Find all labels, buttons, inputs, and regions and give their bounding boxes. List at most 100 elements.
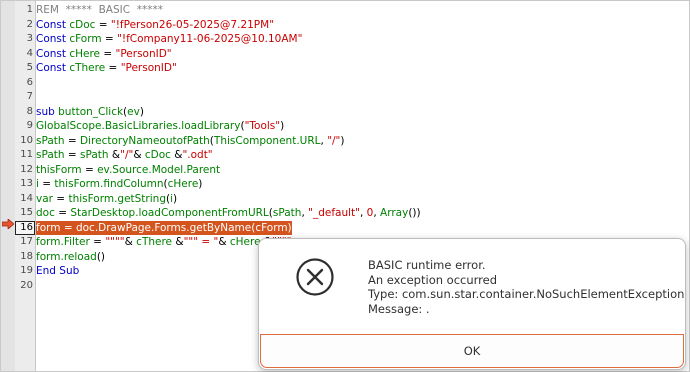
current-line-arrow-icon xyxy=(2,219,14,229)
code-line: sPath = DirectoryNameoutofPath(ThisCompo… xyxy=(36,134,345,149)
code-line: sub button_Click(ev) xyxy=(36,105,144,120)
code-token: ) xyxy=(198,178,203,190)
ok-button[interactable]: OK xyxy=(260,334,684,368)
code-token: Const xyxy=(36,47,70,60)
code-token: Const xyxy=(36,33,70,45)
code-token: () xyxy=(96,250,106,263)
code-token: thisForm xyxy=(36,163,82,176)
code-token: & xyxy=(170,149,183,161)
line-number: 6 xyxy=(26,76,33,88)
code-token: ev xyxy=(127,105,140,118)
code-token: var xyxy=(36,192,53,205)
code-token: GlobalScope.BasicLibraries.loadLibrary xyxy=(36,120,241,132)
code-token: cThere xyxy=(136,236,173,248)
code-token: & xyxy=(172,236,184,248)
code-token: sPath xyxy=(36,134,65,147)
code-token: = xyxy=(95,18,111,31)
code-token: = xyxy=(81,163,98,176)
code-line: Const cDoc = "!fPerson26-05-2025@7.21PM" xyxy=(36,18,274,33)
line-number-gutter: 1 2 3 4 5 6 7 8 9 10 11 12 13 14 15 16 17 18 19 20 xyxy=(15,1,36,371)
code-line: form = doc.DrawPage.Forms.getByName(cFor… xyxy=(36,220,292,235)
line-number: 5 xyxy=(26,62,33,73)
code-token: = xyxy=(52,192,69,205)
code-token: form = doc.DrawPage.Forms.getByName(cFor… xyxy=(36,221,292,234)
code-token: cHere xyxy=(69,47,101,60)
code-token: doc xyxy=(36,207,55,219)
code-token: ".odt" xyxy=(182,149,213,161)
line-number: 10 xyxy=(20,134,33,146)
code-token: """" xyxy=(105,236,125,248)
line-number: 9 xyxy=(26,120,33,131)
code-token: Const xyxy=(36,62,70,74)
code-token: """ = " xyxy=(183,236,219,248)
code-token: cThere xyxy=(69,62,106,74)
code-token: cHere xyxy=(229,236,261,248)
line-number: 20 xyxy=(20,279,33,291)
code-token: sub xyxy=(36,105,59,118)
error-title: BASIC runtime error. xyxy=(368,258,486,272)
code-line: form.reload() xyxy=(36,250,105,265)
code-token: REM ***** BASIC ***** xyxy=(36,4,163,16)
line-number: 11 xyxy=(20,149,33,160)
code-token: ) xyxy=(139,105,144,118)
code-line: form.Filter = """"& cThere &""" = "& cHe… xyxy=(36,235,291,250)
code-line: doc = StarDesktop.loadComponentFromURL(s… xyxy=(36,206,421,221)
error-message: BASIC runtime error. An exception occurr… xyxy=(368,258,684,316)
code-token: "_default" xyxy=(308,207,360,219)
line-number: 14 xyxy=(20,192,33,204)
code-line: thisForm = ev.Source.Model.Parent xyxy=(36,163,220,178)
code-token: "!fPerson26-05-2025@7.21PM" xyxy=(110,18,275,31)
code-token: "!fCompany11-06-2025@10.10AM" xyxy=(117,33,303,45)
code-line: i = thisForm.findColumn(cHere) xyxy=(36,177,202,192)
code-token: ThisComponent.URL xyxy=(213,134,321,147)
code-token: "PersonID" xyxy=(115,47,172,60)
code-token: , xyxy=(359,207,367,219)
code-token: ) xyxy=(340,134,345,147)
line-number: 7 xyxy=(26,91,33,102)
code-line: sPath = sPath &"/"& cDoc &".odt" xyxy=(36,148,213,163)
code-token: form.reload xyxy=(36,250,97,263)
code-token: cForm xyxy=(69,33,102,45)
code-line: REM ***** BASIC ***** xyxy=(36,3,163,18)
line-number: 12 xyxy=(20,163,33,175)
code-token: & xyxy=(108,149,121,161)
code-token: End Sub xyxy=(36,265,80,277)
code-token: "/" xyxy=(327,134,341,147)
error-line-3: Message: . xyxy=(368,301,430,316)
code-token: sPath xyxy=(80,149,109,161)
code-token: thisForm.getString xyxy=(68,192,166,205)
code-token: "Tools" xyxy=(244,120,281,132)
code-token: cDoc xyxy=(144,149,171,161)
line-number: 1 xyxy=(26,4,33,15)
code-line: Const cThere = "PersonID" xyxy=(36,61,177,76)
line-number: 2 xyxy=(26,18,33,30)
error-circle-x-icon xyxy=(296,258,334,296)
runtime-error-dialog: BASIC runtime error. An exception occurr… xyxy=(258,238,686,370)
line-number: 4 xyxy=(26,47,33,59)
error-line-1: An exception occurred xyxy=(368,272,498,287)
code-token: = xyxy=(64,149,81,161)
code-token: cDoc xyxy=(69,18,96,31)
code-token: ) xyxy=(173,192,178,205)
code-token: thisForm.findColumn xyxy=(54,178,164,190)
code-token: = xyxy=(54,207,71,219)
line-number: 18 xyxy=(20,250,33,262)
error-line-2: Type: com.sun.star.container.NoSuchEleme… xyxy=(368,287,685,301)
code-token: form.Filter xyxy=(36,236,90,248)
line-number: 13 xyxy=(20,178,33,189)
code-token: ()) xyxy=(408,207,421,219)
error-line-highlight: form = doc.DrawPage.Forms.getByName(cFor… xyxy=(36,220,292,235)
code-token: & xyxy=(133,149,145,161)
line-number: 8 xyxy=(26,105,33,117)
code-token: = xyxy=(64,134,81,147)
code-token: button_Click xyxy=(58,105,124,118)
code-token: Const xyxy=(36,18,70,31)
code-token: cHere xyxy=(167,178,199,190)
code-token: Array xyxy=(380,207,409,219)
code-token: StarDesktop.loadComponentFromURL xyxy=(70,207,269,219)
breakpoint-gutter[interactable] xyxy=(1,1,16,371)
code-line: GlobalScope.BasicLibraries.loadLibrary("… xyxy=(36,119,284,134)
code-token: = xyxy=(100,47,116,60)
code-line: Const cHere = "PersonID" xyxy=(36,47,172,62)
code-token: "/" xyxy=(120,149,134,161)
